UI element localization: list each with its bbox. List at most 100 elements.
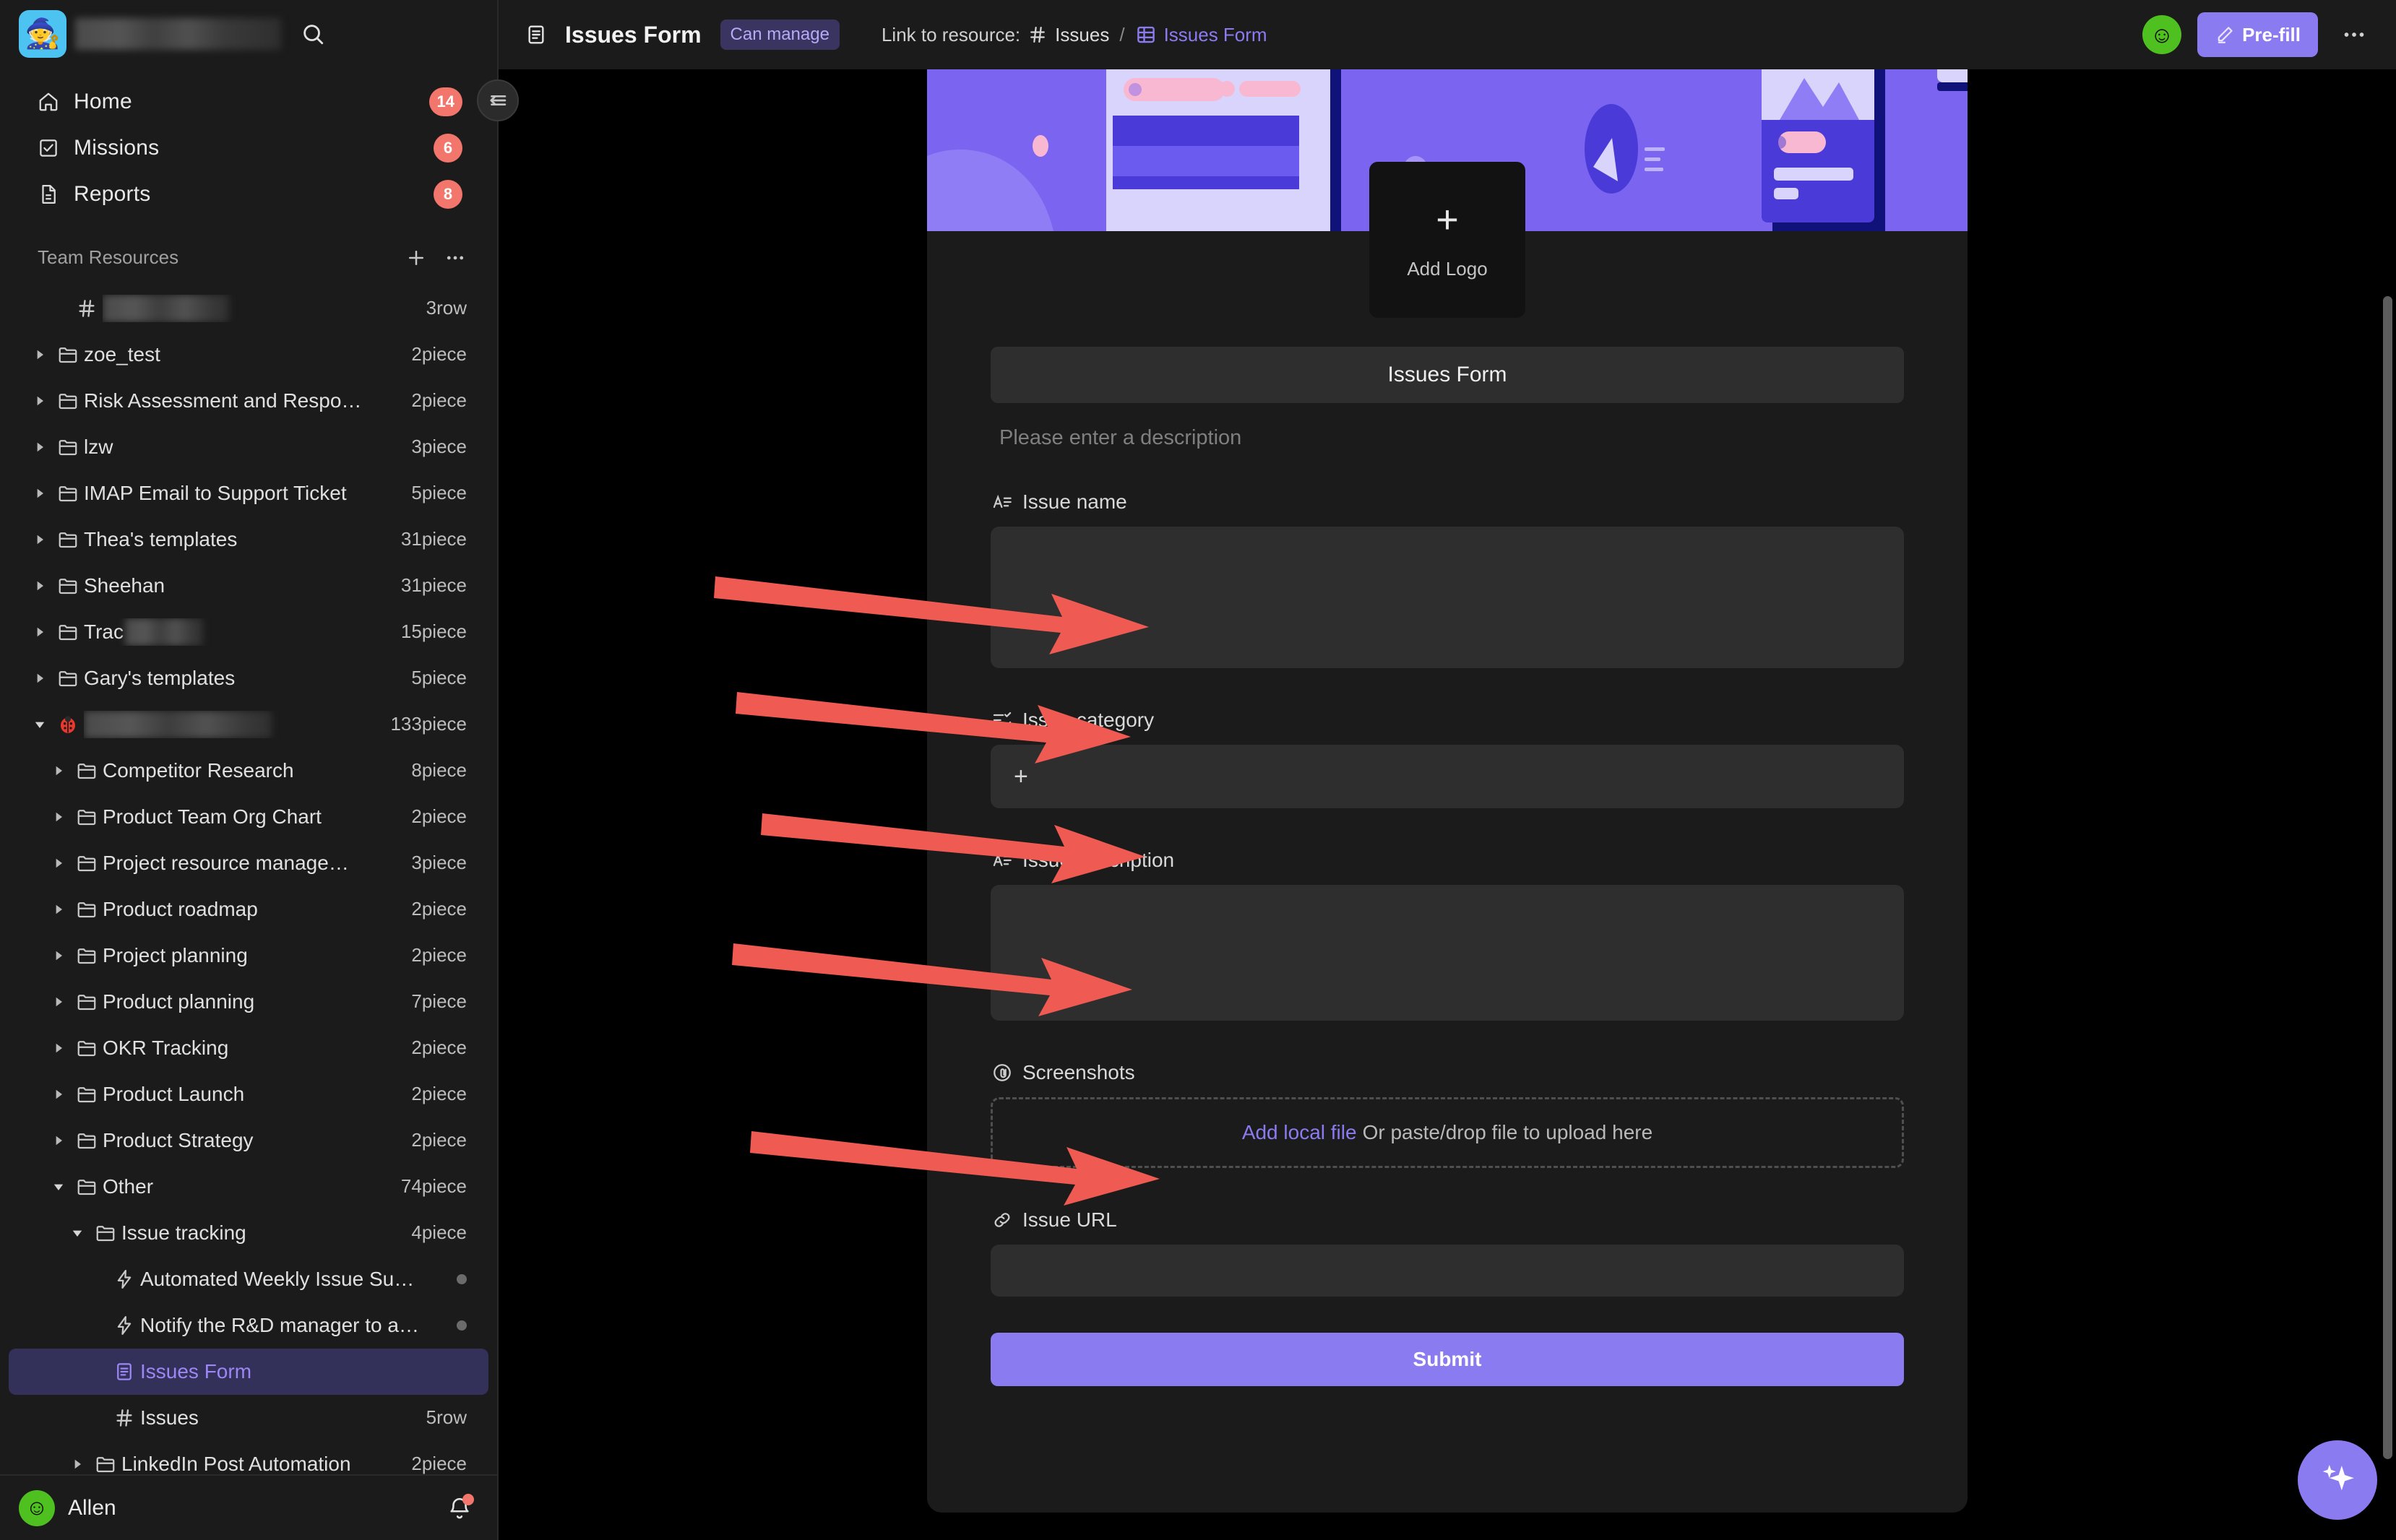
add-resource-button[interactable] <box>400 242 432 274</box>
app-root: 🧙 Home 14 Missions 6 Reports 8 Team Reso… <box>0 0 2396 1540</box>
breadcrumb-resource[interactable]: Issues <box>1055 24 1109 46</box>
tree-row[interactable]: Competitor Research 8piece <box>9 748 488 794</box>
tree-row[interactable]: Product planning 7piece <box>9 979 488 1025</box>
tree-row[interactable]: OKR Tracking 2piece <box>9 1025 488 1071</box>
issue-url-input[interactable] <box>991 1245 1904 1297</box>
field-label: Issue category <box>1022 709 1155 731</box>
add-local-file-link[interactable]: Add local file <box>1242 1121 1357 1144</box>
chevron-down-icon[interactable] <box>27 717 52 732</box>
tree-row[interactable]: Project resource manage… 3piece <box>9 840 488 886</box>
tree-item-count: 2piece <box>411 898 467 920</box>
tree-row[interactable]: IMAP Email to Support Ticket 5piece <box>9 470 488 516</box>
chevron-right-icon[interactable] <box>27 625 52 639</box>
tree-item-count: 3row <box>426 297 467 319</box>
field-issue-name: Issue name <box>991 490 1904 668</box>
tree-row[interactable]: Notify the R&D manager to a… <box>9 1302 488 1349</box>
chevron-right-icon[interactable] <box>65 1457 90 1471</box>
bell-icon[interactable] <box>444 1492 475 1524</box>
issue-name-input[interactable] <box>991 527 1904 668</box>
chevron-right-icon[interactable] <box>46 948 71 963</box>
chevron-right-icon[interactable] <box>27 347 52 362</box>
tree-row[interactable]: zoe_test 2piece <box>9 332 488 378</box>
ellipsis-icon[interactable] <box>2334 14 2374 55</box>
tree-row[interactable]: Project planning 2piece <box>9 933 488 979</box>
chevron-right-icon[interactable] <box>27 532 52 547</box>
chevron-down-icon[interactable] <box>65 1226 90 1240</box>
scrollbar-thumb[interactable] <box>2383 296 2392 1459</box>
form-description-input[interactable]: Please enter a description <box>991 426 1904 450</box>
avatar[interactable]: ☺ <box>2142 15 2182 54</box>
folder-icon <box>52 483 84 504</box>
tree-row[interactable]: Issue tracking 4piece <box>9 1210 488 1256</box>
add-tag-icon[interactable]: + <box>1014 764 1028 789</box>
workspace-name-masked <box>75 18 281 51</box>
scrollbar-track[interactable] <box>2380 139 2396 1540</box>
chevron-right-icon[interactable] <box>46 763 71 778</box>
search-icon[interactable] <box>293 14 333 54</box>
tree-item-count: 74piece <box>400 1175 467 1198</box>
tree-row[interactable]: 3row <box>9 285 488 332</box>
chevron-right-icon[interactable] <box>46 1087 71 1102</box>
chevron-right-icon[interactable] <box>46 856 71 870</box>
chevron-right-icon[interactable] <box>27 579 52 593</box>
ai-assistant-button[interactable] <box>2298 1440 2377 1520</box>
issue-description-input[interactable] <box>991 885 1904 1021</box>
chevron-right-icon[interactable] <box>27 486 52 501</box>
ladybug-icon <box>52 714 84 735</box>
tree-row[interactable]: Product Strategy 2piece <box>9 1117 488 1164</box>
tree-item-label: Other <box>103 1175 154 1198</box>
tree-item-label: Project resource manage… <box>103 851 349 874</box>
tree-item-count: 15piece <box>400 620 467 643</box>
chevron-right-icon[interactable] <box>46 810 71 824</box>
tree-row[interactable]: Product Launch 2piece <box>9 1071 488 1117</box>
tree-row[interactable]: 133piece <box>9 701 488 748</box>
tree-row[interactable]: Thea's templates 31piece <box>9 516 488 563</box>
tree-row[interactable]: lzw 3piece <box>9 424 488 470</box>
sidebar-item-home[interactable]: Home 14 <box>10 79 487 125</box>
collapse-sidebar-icon[interactable] <box>477 79 519 121</box>
chevron-right-icon[interactable] <box>46 1041 71 1055</box>
avatar[interactable]: ☺ <box>19 1489 55 1526</box>
tree-item-label: Risk Assessment and Respo… <box>84 389 362 412</box>
folder-icon <box>52 390 84 412</box>
breadcrumb-form-link[interactable]: Issues Form <box>1164 24 1267 46</box>
add-logo-button[interactable]: + Add Logo <box>1369 162 1525 318</box>
chevron-right-icon[interactable] <box>46 995 71 1009</box>
form-title-input[interactable]: Issues Form <box>991 347 1904 403</box>
tree-item-label: Issues Form <box>140 1359 252 1383</box>
screenshots-dropzone[interactable]: Add local file Or paste/drop file to upl… <box>991 1097 1904 1168</box>
tree-row[interactable]: Gary's templates 5piece <box>9 655 488 701</box>
tree-row[interactable]: Product Team Org Chart 2piece <box>9 794 488 840</box>
field-issue-description: Issue description <box>991 849 1904 1021</box>
sparkle-icon <box>2322 1465 2354 1491</box>
resource-more-button[interactable] <box>439 242 471 274</box>
chevron-right-icon[interactable] <box>27 394 52 408</box>
tree-item-label: LinkedIn Post Automation <box>121 1452 351 1475</box>
tree-item-label: zoe_test <box>84 342 160 365</box>
tree-row[interactable]: Issues 5row <box>9 1395 488 1441</box>
chevron-right-icon[interactable] <box>27 440 52 454</box>
chevron-down-icon[interactable] <box>46 1180 71 1194</box>
sidebar-item-reports[interactable]: Reports 8 <box>10 171 487 217</box>
tree-row[interactable]: Product roadmap 2piece <box>9 886 488 933</box>
hash-icon <box>71 298 103 319</box>
status-dot <box>457 1273 467 1284</box>
status-dot <box>457 1320 467 1331</box>
tree-row[interactable]: Trac 15piece <box>9 609 488 655</box>
tree-row[interactable]: Automated Weekly Issue Su… <box>9 1256 488 1302</box>
workspace-logo[interactable]: 🧙 <box>19 10 66 59</box>
tree-row[interactable]: Sheehan 31piece <box>9 563 488 609</box>
sidebar-item-missions[interactable]: Missions 6 <box>10 125 487 171</box>
submit-button[interactable]: Submit <box>991 1333 1904 1386</box>
prefill-button[interactable]: Pre-fill <box>2197 12 2318 57</box>
chevron-right-icon[interactable] <box>27 671 52 685</box>
tree-row[interactable]: Risk Assessment and Respo… 2piece <box>9 378 488 424</box>
chevron-right-icon[interactable] <box>46 902 71 917</box>
issue-category-input[interactable]: + <box>991 745 1904 808</box>
folder-icon <box>52 529 84 550</box>
tree-row[interactable]: LinkedIn Post Automation 2piece <box>9 1441 488 1474</box>
folder-icon <box>52 575 84 597</box>
tree-row[interactable]: Other 74piece <box>9 1164 488 1210</box>
chevron-right-icon[interactable] <box>46 1133 71 1148</box>
sidebar-item-issues-form[interactable]: Issues Form <box>9 1348 488 1395</box>
